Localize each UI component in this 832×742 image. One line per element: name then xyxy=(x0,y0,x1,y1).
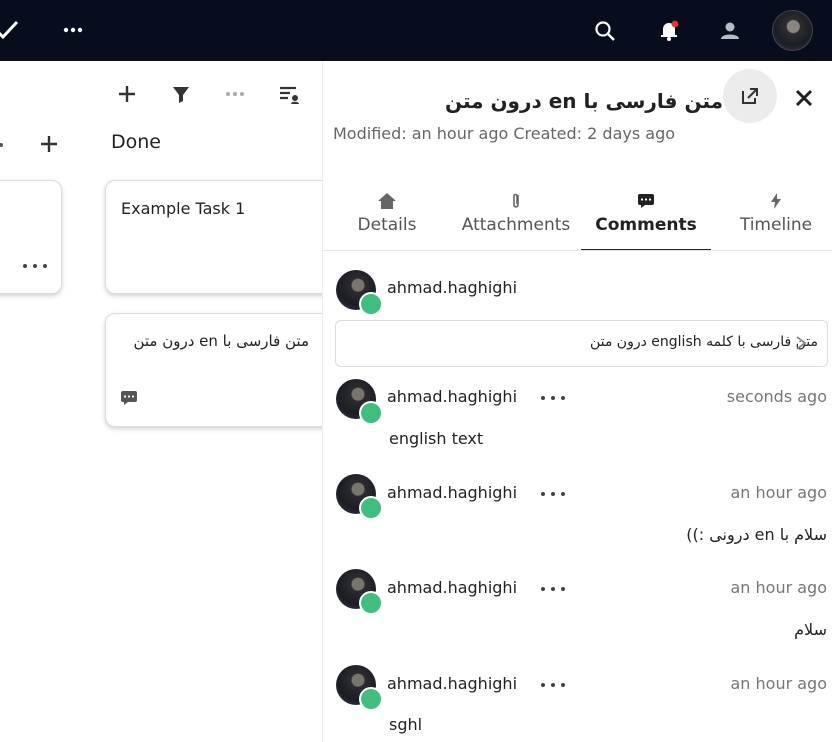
comment-input[interactable]: متن فارسی با کلمه english درون متن xyxy=(335,320,828,367)
status-badge xyxy=(359,401,383,425)
comment-user: ahmad.haghighi xyxy=(387,387,518,406)
tab-label: Timeline xyxy=(739,215,813,235)
sidebar-title: متن فارسی با en درون متن xyxy=(444,89,723,113)
comment-text: sghl xyxy=(389,715,423,734)
comment-text: سلام با en درونی :)) xyxy=(686,525,827,544)
sidebar-meta: Modified: an hour ago Created: 2 days ag… xyxy=(333,124,676,143)
tab-label: Details xyxy=(357,215,417,235)
comment-menu-icon[interactable] xyxy=(541,584,565,594)
avatar xyxy=(336,270,383,316)
add-card-icon[interactable] xyxy=(36,131,62,157)
list-title: Done xyxy=(111,131,161,153)
comment-user: ahmad.haghighi xyxy=(387,674,518,693)
send-icon[interactable] xyxy=(792,334,810,352)
comment-input-value: متن فارسی با کلمه english درون متن xyxy=(589,334,818,350)
app-header xyxy=(0,0,832,61)
status-badge xyxy=(359,292,383,316)
search-icon[interactable] xyxy=(592,18,618,44)
home-icon xyxy=(378,193,396,209)
comment-time: seconds ago xyxy=(726,387,827,406)
card-title: Example Task 1 xyxy=(121,199,246,218)
card-example-task[interactable]: Example Task 1 xyxy=(105,180,322,294)
comment-menu-icon[interactable] xyxy=(541,489,565,499)
tab-comments[interactable]: Comments xyxy=(581,191,711,251)
contacts-icon[interactable] xyxy=(717,18,743,44)
comment-user: ahmad.haghighi xyxy=(387,578,518,597)
status-badge xyxy=(359,687,383,711)
tab-attachments[interactable]: Attachments xyxy=(461,191,571,251)
user-avatar[interactable] xyxy=(772,10,813,51)
comment-time: an hour ago xyxy=(730,578,827,597)
close-icon[interactable] xyxy=(791,85,817,111)
status-badge xyxy=(359,496,383,520)
card-menu-icon[interactable] xyxy=(23,261,47,271)
comment-user: ahmad.haghighi xyxy=(387,483,518,502)
comment-menu-icon[interactable] xyxy=(541,393,565,403)
comment-text: سلام xyxy=(794,620,827,639)
comment-time: an hour ago xyxy=(730,483,827,502)
open-external-button[interactable] xyxy=(723,69,777,123)
board-area: Done Example Task 1 متن فارسی با en درون… xyxy=(0,61,322,742)
status-badge xyxy=(359,591,383,615)
avatar xyxy=(336,379,383,425)
tab-timeline[interactable]: Timeline xyxy=(731,191,821,251)
task-sidebar: متن فارسی با en درون متن Modified: an ho… xyxy=(322,61,832,742)
composer-user: ahmad.haghighi xyxy=(387,278,518,297)
tab-details[interactable]: Details xyxy=(345,191,429,251)
more-icon[interactable] xyxy=(60,20,86,40)
more-icon[interactable] xyxy=(222,81,248,107)
add-icon[interactable] xyxy=(114,81,140,107)
check-icon[interactable] xyxy=(0,18,20,42)
notifications-icon[interactable] xyxy=(656,18,682,44)
card-title: متن فارسی با en درون متن xyxy=(133,332,309,350)
avatar xyxy=(336,665,383,711)
filter-icon[interactable] xyxy=(168,81,194,107)
more-icon[interactable] xyxy=(0,137,6,151)
paperclip-icon xyxy=(513,193,519,208)
tab-label: Comments xyxy=(595,215,697,235)
card-partial[interactable] xyxy=(0,180,62,294)
comment-time: an hour ago xyxy=(730,674,827,693)
lightning-icon xyxy=(771,193,781,209)
view-options-icon[interactable] xyxy=(276,81,302,107)
comment-text: english text xyxy=(389,429,484,448)
external-link-icon xyxy=(742,88,758,104)
comment-icon xyxy=(120,390,138,406)
avatar xyxy=(336,569,383,615)
comment-menu-icon[interactable] xyxy=(541,680,565,690)
tabs-divider xyxy=(323,250,832,251)
comment-icon xyxy=(638,194,654,208)
avatar xyxy=(336,474,383,520)
tab-label: Attachments xyxy=(461,215,571,235)
card-farsi-task[interactable]: متن فارسی با en درون متن xyxy=(105,313,322,427)
